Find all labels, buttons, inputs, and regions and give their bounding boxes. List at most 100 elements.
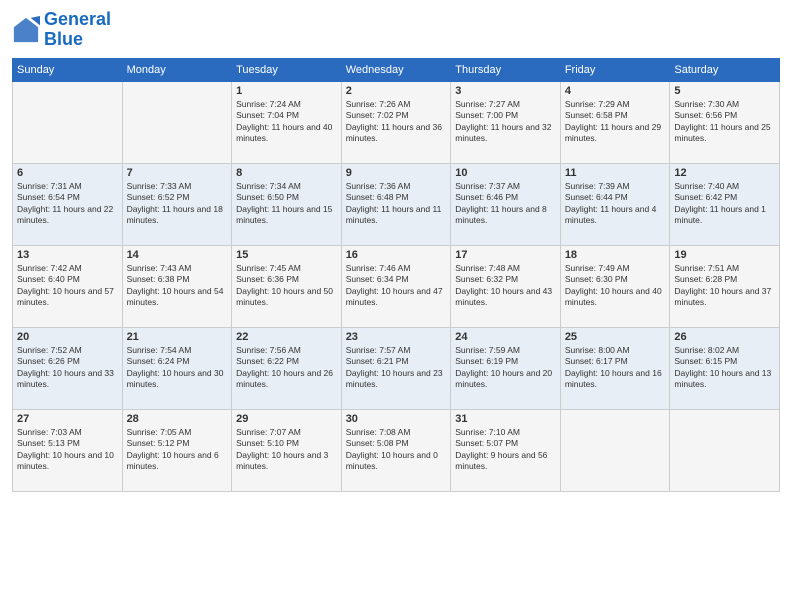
weekday-header-cell: Wednesday — [341, 58, 451, 81]
header: General Blue — [12, 10, 780, 50]
calendar-cell: 15 Sunrise: 7:45 AM Sunset: 6:36 PM Dayli… — [232, 245, 342, 327]
day-info: Sunrise: 7:57 AM Sunset: 6:21 PM Dayligh… — [346, 345, 447, 391]
calendar-cell: 4Sunrise: 7:29 AM Sunset: 6:58 PM Daylig… — [560, 81, 670, 163]
calendar-cell: 18Sunrise: 7:49 AM Sunset: 6:30 PM Dayli… — [560, 245, 670, 327]
calendar-cell: 14 Sunrise: 7:43 AM Sunset: 6:38 PM Dayli… — [122, 245, 232, 327]
day-info: Sunrise: 7:45 AM Sunset: 6:36 PM Dayligh… — [236, 263, 337, 309]
day-number: 20 — [17, 331, 118, 343]
day-number: 28 — [127, 413, 228, 425]
calendar-body: 1 Sunrise: 7:24 AM Sunset: 7:04 PM Daylig… — [13, 81, 780, 491]
calendar-cell: 20 Sunrise: 7:52 AM Sunset: 6:26 PM Dayli… — [13, 327, 123, 409]
calendar-cell: 29 Sunrise: 7:07 AM Sunset: 5:10 PM Dayli… — [232, 409, 342, 491]
day-number: 27 — [17, 413, 118, 425]
calendar-row: 6Sunrise: 7:31 AM Sunset: 6:54 PM Daylig… — [13, 163, 780, 245]
day-info: Sunrise: 7:33 AM Sunset: 6:52 PM Dayligh… — [127, 181, 228, 227]
day-info: Sunrise: 7:46 AM Sunset: 6:34 PM Dayligh… — [346, 263, 447, 309]
calendar-cell — [122, 81, 232, 163]
day-number: 25 — [565, 331, 666, 343]
day-number: 16 — [346, 249, 447, 261]
day-number: 21 — [127, 331, 228, 343]
day-number: 4 — [565, 85, 666, 97]
calendar-cell: 17 Sunrise: 7:48 AM Sunset: 6:32 PM Dayli… — [451, 245, 561, 327]
calendar-cell: 19 Sunrise: 7:51 AM Sunset: 6:28 PM Dayli… — [670, 245, 780, 327]
day-number: 30 — [346, 413, 447, 425]
day-info: Sunrise: 7:52 AM Sunset: 6:26 PM Dayligh… — [17, 345, 118, 391]
day-number: 13 — [17, 249, 118, 261]
calendar-cell: 21 Sunrise: 7:54 AM Sunset: 6:24 PM Dayli… — [122, 327, 232, 409]
day-number: 15 — [236, 249, 337, 261]
calendar-cell: 6Sunrise: 7:31 AM Sunset: 6:54 PM Daylig… — [13, 163, 123, 245]
calendar-cell: 23 Sunrise: 7:57 AM Sunset: 6:21 PM Dayli… — [341, 327, 451, 409]
day-number: 26 — [674, 331, 775, 343]
day-number: 12 — [674, 167, 775, 179]
calendar-cell: 31 Sunrise: 7:10 AM Sunset: 5:07 PM Dayli… — [451, 409, 561, 491]
logo-icon — [12, 16, 40, 44]
day-info: Sunrise: 7:05 AM Sunset: 5:12 PM Dayligh… — [127, 427, 228, 473]
calendar-cell: 8 Sunrise: 7:34 AM Sunset: 6:50 PM Daylig… — [232, 163, 342, 245]
day-info: Sunrise: 7:42 AM Sunset: 6:40 PM Dayligh… — [17, 263, 118, 309]
day-info: Sunrise: 7:43 AM Sunset: 6:38 PM Dayligh… — [127, 263, 228, 309]
calendar-cell — [670, 409, 780, 491]
day-info: Sunrise: 7:51 AM Sunset: 6:28 PM Dayligh… — [674, 263, 775, 309]
calendar-cell: 25 Sunrise: 8:00 AM Sunset: 6:17 PM Dayli… — [560, 327, 670, 409]
calendar-cell: 5 Sunrise: 7:30 AM Sunset: 6:56 PM Daylig… — [670, 81, 780, 163]
day-info: Sunrise: 7:40 AM Sunset: 6:42 PM Dayligh… — [674, 181, 775, 227]
day-info: Sunrise: 7:07 AM Sunset: 5:10 PM Dayligh… — [236, 427, 337, 473]
day-number: 1 — [236, 85, 337, 97]
day-number: 14 — [127, 249, 228, 261]
day-number: 2 — [346, 85, 447, 97]
calendar-row: 1 Sunrise: 7:24 AM Sunset: 7:04 PM Daylig… — [13, 81, 780, 163]
day-info: Sunrise: 7:08 AM Sunset: 5:08 PM Dayligh… — [346, 427, 447, 473]
logo: General Blue — [12, 10, 111, 50]
page: General Blue SundayMondayTuesdayWednesda… — [0, 0, 792, 612]
day-info: Sunrise: 7:59 AM Sunset: 6:19 PM Dayligh… — [455, 345, 556, 391]
day-info: Sunrise: 7:54 AM Sunset: 6:24 PM Dayligh… — [127, 345, 228, 391]
calendar-cell: 9Sunrise: 7:36 AM Sunset: 6:48 PM Daylig… — [341, 163, 451, 245]
calendar-cell: 24 Sunrise: 7:59 AM Sunset: 6:19 PM Dayli… — [451, 327, 561, 409]
weekday-header-cell: Thursday — [451, 58, 561, 81]
day-number: 19 — [674, 249, 775, 261]
day-number: 24 — [455, 331, 556, 343]
calendar-cell — [560, 409, 670, 491]
calendar-table: SundayMondayTuesdayWednesdayThursdayFrid… — [12, 58, 780, 492]
calendar-cell: 22Sunrise: 7:56 AM Sunset: 6:22 PM Dayli… — [232, 327, 342, 409]
day-info: Sunrise: 7:30 AM Sunset: 6:56 PM Dayligh… — [674, 99, 775, 145]
day-info: Sunrise: 7:56 AM Sunset: 6:22 PM Dayligh… — [236, 345, 337, 391]
day-info: Sunrise: 7:48 AM Sunset: 6:32 PM Dayligh… — [455, 263, 556, 309]
calendar-row: 27 Sunrise: 7:03 AM Sunset: 5:13 PM Dayli… — [13, 409, 780, 491]
logo-text: General Blue — [44, 10, 111, 50]
calendar-cell: 28 Sunrise: 7:05 AM Sunset: 5:12 PM Dayli… — [122, 409, 232, 491]
weekday-header-cell: Friday — [560, 58, 670, 81]
day-number: 10 — [455, 167, 556, 179]
day-number: 17 — [455, 249, 556, 261]
calendar-cell: 2Sunrise: 7:26 AM Sunset: 7:02 PM Daylig… — [341, 81, 451, 163]
day-number: 5 — [674, 85, 775, 97]
weekday-header-cell: Sunday — [13, 58, 123, 81]
day-info: Sunrise: 7:37 AM Sunset: 6:46 PM Dayligh… — [455, 181, 556, 227]
day-number: 9 — [346, 167, 447, 179]
day-info: Sunrise: 7:39 AM Sunset: 6:44 PM Dayligh… — [565, 181, 666, 227]
day-info: Sunrise: 8:02 AM Sunset: 6:15 PM Dayligh… — [674, 345, 775, 391]
calendar-cell: 16 Sunrise: 7:46 AM Sunset: 6:34 PM Dayli… — [341, 245, 451, 327]
day-number: 31 — [455, 413, 556, 425]
calendar-cell: 13 Sunrise: 7:42 AM Sunset: 6:40 PM Dayli… — [13, 245, 123, 327]
weekday-header-cell: Saturday — [670, 58, 780, 81]
day-info: Sunrise: 7:34 AM Sunset: 6:50 PM Dayligh… — [236, 181, 337, 227]
day-info: Sunrise: 7:10 AM Sunset: 5:07 PM Dayligh… — [455, 427, 556, 473]
calendar-cell: 3 Sunrise: 7:27 AM Sunset: 7:00 PM Daylig… — [451, 81, 561, 163]
day-info: Sunrise: 8:00 AM Sunset: 6:17 PM Dayligh… — [565, 345, 666, 391]
calendar-cell: 26 Sunrise: 8:02 AM Sunset: 6:15 PM Dayli… — [670, 327, 780, 409]
calendar-cell: 1 Sunrise: 7:24 AM Sunset: 7:04 PM Daylig… — [232, 81, 342, 163]
day-number: 18 — [565, 249, 666, 261]
day-number: 29 — [236, 413, 337, 425]
day-number: 8 — [236, 167, 337, 179]
calendar-cell: 7 Sunrise: 7:33 AM Sunset: 6:52 PM Daylig… — [122, 163, 232, 245]
day-info: Sunrise: 7:24 AM Sunset: 7:04 PM Dayligh… — [236, 99, 337, 145]
day-number: 23 — [346, 331, 447, 343]
day-info: Sunrise: 7:31 AM Sunset: 6:54 PM Dayligh… — [17, 181, 118, 227]
day-number: 3 — [455, 85, 556, 97]
day-info: Sunrise: 7:27 AM Sunset: 7:00 PM Dayligh… — [455, 99, 556, 145]
day-number: 7 — [127, 167, 228, 179]
day-info: Sunrise: 7:03 AM Sunset: 5:13 PM Dayligh… — [17, 427, 118, 473]
calendar-cell: 11Sunrise: 7:39 AM Sunset: 6:44 PM Dayli… — [560, 163, 670, 245]
